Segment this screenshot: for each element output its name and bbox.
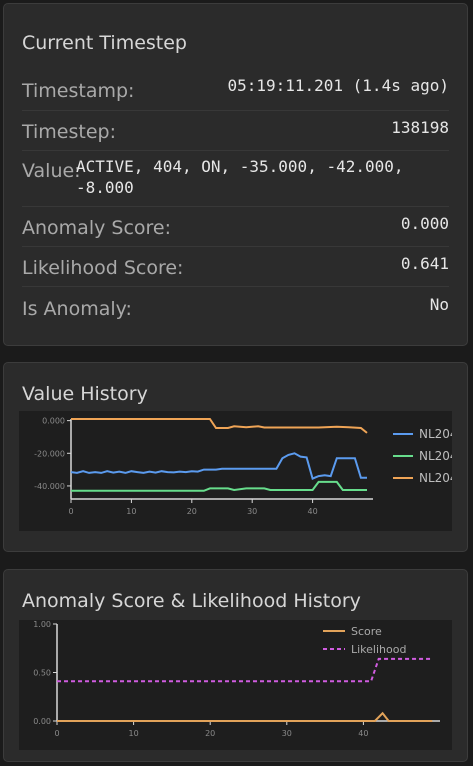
is-anomaly-label: Is Anomaly:	[22, 298, 132, 320]
anomaly-chart-x-tick-label: 10	[129, 729, 139, 738]
value-history-title: Value History	[22, 383, 148, 405]
likelihood-score-label: Likelihood Score:	[22, 257, 184, 279]
anomaly-history-title: Anomaly Score & Likelihood History	[22, 590, 361, 612]
value-history-chart: 0 10 20 30 40 0.000 -20.000 -40.000 NL204 NL204 NL…	[19, 411, 458, 531]
value-row: Value: ACTIVE, 404, ON, -35.000, -42.000…	[22, 150, 449, 207]
anomaly-chart-y-tick-label: 0.00	[33, 717, 51, 726]
anomaly-chart-series-line-2	[57, 657, 433, 683]
anomaly-history-panel: Anomaly Score & Likelihood History 0 10 20…	[3, 569, 468, 762]
value-history-panel: Value History 0 10 20 30 40 0.000 -20.000 -40.0…	[3, 362, 468, 552]
value-chart-legend-label-1: NL204	[419, 427, 452, 441]
anomaly-chart-legend-label-2: Likelihood	[351, 643, 406, 656]
value-chart-x-tick-label: 30	[247, 507, 257, 516]
likelihood-score-row: Likelihood Score: 0.641	[22, 246, 449, 287]
value-chart-y-tick-label: -40.000	[34, 482, 65, 491]
is-anomaly-value: No	[429, 295, 449, 314]
value-chart-series-line-2	[71, 480, 367, 492]
timestep-row: Timestep: 138198	[22, 110, 449, 151]
value-chart-y-tick-label: 0.000	[42, 417, 65, 426]
anomaly-chart-legend-label-1: Score	[351, 625, 382, 638]
likelihood-score-value: 0.641	[400, 254, 449, 273]
anomaly-chart-x-tick-label: 20	[205, 729, 215, 738]
value-chart-series-line-1	[70, 452, 367, 480]
anomaly-chart-y-tick-label: 1.00	[33, 620, 51, 629]
anomaly-chart-x-tick-label: 40	[358, 729, 368, 738]
value-history-chart-svg: 0 10 20 30 40 0.000 -20.000 -40.000 NL204 NL204 NL…	[34, 417, 457, 516]
anomaly-score-label: Anomaly Score:	[22, 217, 171, 239]
anomaly-history-chart-svg: 0 10 20 30 40 1.00 0.50 0.00 Score Likelihood	[33, 620, 440, 738]
timestamp-row: Timestamp: 05:19:11.201 (1.4s ago)	[22, 70, 449, 111]
value-label: Value:	[22, 160, 81, 182]
timestep-label: Timestep:	[22, 121, 116, 143]
value-chart-legend-label-2: NL204	[419, 449, 452, 463]
value-chart-series-line-3	[71, 418, 368, 434]
current-timestep-panel: Current Timestep Timestamp: 05:19:11.201…	[3, 3, 468, 346]
anomaly-history-chart: 0 10 20 30 40 1.00 0.50 0.00 Score Likelihood	[19, 620, 452, 750]
anomaly-chart-x-tick-label: 30	[282, 729, 292, 738]
is-anomaly-row: Is Anomaly: No	[22, 286, 449, 326]
value-chart-x-tick-label: 40	[308, 507, 318, 516]
value-chart-x-tick-label: 20	[187, 507, 197, 516]
value-chart-y-tick-label: -20.000	[34, 449, 65, 458]
value-chart-legend-label-3: NL204	[419, 471, 452, 485]
value-chart-x-tick-label: 0	[68, 507, 73, 516]
timestep-value: 138198	[391, 118, 449, 137]
anomaly-score-row: Anomaly Score: 0.000	[22, 206, 449, 247]
current-timestep-title: Current Timestep	[22, 32, 187, 54]
timestamp-label: Timestamp:	[22, 80, 135, 102]
anomaly-score-value: 0.000	[400, 214, 449, 233]
value-chart-x-tick-label: 10	[126, 507, 136, 516]
value-value: ACTIVE, 404, ON, -35.000, -42.000, -8.00…	[76, 157, 404, 197]
anomaly-chart-x-tick-label: 0	[54, 729, 59, 738]
anomaly-chart-y-tick-label: 0.50	[33, 669, 51, 678]
anomaly-chart-series-line-1	[57, 711, 433, 722]
timestamp-value: 05:19:11.201 (1.4s ago)	[227, 76, 449, 95]
